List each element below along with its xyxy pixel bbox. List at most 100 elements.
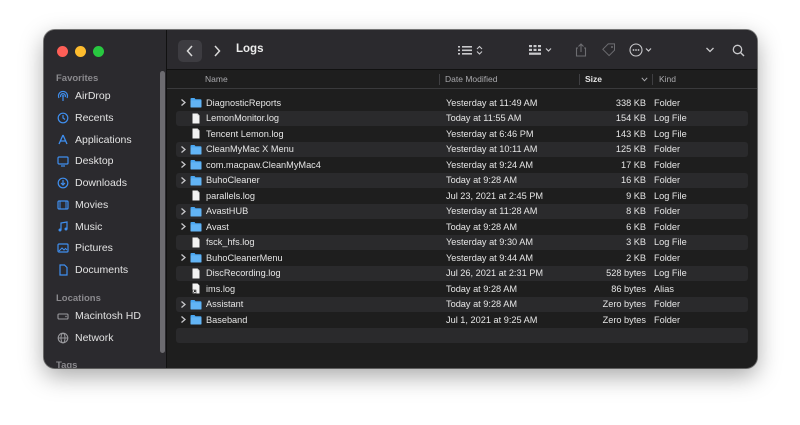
sidebar-item-pictures[interactable]: Pictures [57,239,113,257]
sidebar-item-documents[interactable]: Documents [57,261,128,279]
file-name: BuhoCleanerMenu [206,252,283,263]
path-dropdown-button[interactable] [705,42,715,58]
file-name: fsck_hfs.log [206,237,255,247]
file-kind: Log File [654,268,687,278]
table-row[interactable]: BuhoCleanerMenu Yesterday at 9:44 AM 2 KB F… [176,250,748,266]
sidebar-item-movies[interactable]: Movies [57,196,108,214]
chevron-left-icon [186,45,193,57]
table-row[interactable]: Avast Today at 9:28 AM 6 KB Folder [176,219,748,235]
table-row[interactable]: DiscRecording.log Jul 26, 2021 at 2:31 PM… [176,265,748,281]
file-name: Baseband [206,314,248,325]
sidebar-item-airdrop[interactable]: AirDrop [57,87,111,105]
sidebar-scrollbar[interactable] [160,71,165,353]
back-button[interactable] [178,40,202,62]
file-kind: Folder [654,314,681,325]
pictures-icon [57,242,69,254]
disclosure-triangle-icon[interactable] [179,315,187,324]
disclosure-triangle-icon[interactable] [179,300,187,309]
disclosure-triangle-icon[interactable] [179,222,187,231]
table-row[interactable]: DiagnosticReports Yesterday at 11:49 AM 33… [176,95,748,111]
disclosure-triangle-icon[interactable] [179,176,187,185]
desktop-icon [57,155,69,167]
sidebar-item-label: Desktop [75,155,114,167]
list-view-icon [458,45,483,55]
file-size: 16 KB [620,175,646,185]
folder-icon [190,314,202,325]
chevron-right-icon [214,45,221,57]
file-kind: Folder [654,252,681,263]
list-view-button[interactable] [458,42,488,58]
table-row[interactable]: LemonMonitor.log Today at 11:55 AM 154 KB L… [176,110,748,126]
file-kind: Log File [654,113,687,123]
table-row[interactable]: fsck_hfs.log Yesterday at 9:30 AM 3 KB Log … [176,234,748,250]
file-size: 125 KB [615,144,646,154]
grid-icon [529,45,552,55]
group-button[interactable] [529,42,557,58]
file-name: ims.log [206,283,236,294]
close-button[interactable] [57,46,68,57]
sidebar-item-desktop[interactable]: Desktop [57,152,114,170]
folder-icon [190,221,202,232]
date-modified: Jul 26, 2021 at 2:31 PM [446,268,544,278]
table-row[interactable]: BuhoCleaner Today at 9:28 AM 16 KB Folder [176,172,748,188]
column-date-modified[interactable]: Date Modified [445,74,497,84]
file-icon [190,113,202,124]
date-modified: Yesterday at 10:11 AM [446,144,538,154]
chevron-down-icon [706,47,714,53]
disclosure-triangle-icon[interactable] [179,98,187,107]
file-kind: Folder [654,206,681,216]
date-modified: Jul 23, 2021 at 2:45 PM [446,190,544,201]
disclosure-triangle-icon[interactable] [179,207,187,216]
sidebar-item-recents[interactable]: Recents [57,109,114,127]
date-modified: Today at 9:28 AM [446,299,517,309]
file-icon [190,268,202,279]
clock-icon [57,112,69,124]
table-row[interactable]: Baseband Jul 1, 2021 at 9:25 AM Zero bytes… [176,312,748,328]
column-divider[interactable] [579,74,580,85]
file-name: DiagnosticReports [206,97,282,108]
file-icon [190,190,202,201]
action-button[interactable] [629,42,657,58]
search-button[interactable] [732,42,745,58]
sidebar-item-downloads[interactable]: Downloads [57,174,127,192]
toolbar: Logs [167,30,757,70]
applications-icon [57,134,69,146]
folder-icon [190,252,202,263]
column-size[interactable]: Size [585,74,602,84]
file-name: BuhoCleaner [206,175,260,185]
sidebar-section-locations: Locations [56,293,101,304]
table-row[interactable]: com.macpaw.CleanMyMac4 Yesterday at 9:24 … [176,157,748,173]
tag-button[interactable] [601,42,617,58]
table-row[interactable]: Assistant Today at 9:28 AM Zero bytes Folde… [176,296,748,312]
column-kind[interactable]: Kind [659,74,676,84]
zoom-button[interactable] [93,46,104,57]
column-divider[interactable] [439,74,440,85]
forward-button[interactable] [206,40,228,62]
share-button[interactable] [575,42,587,58]
file-kind: Folder [654,175,681,185]
date-modified: Yesterday at 6:46 PM [446,128,534,139]
table-row[interactable]: parallels.log Jul 23, 2021 at 2:45 PM 9 KB… [176,188,748,204]
disclosure-triangle-icon[interactable] [179,145,187,154]
table-row[interactable]: AvastHUB Yesterday at 11:28 AM 8 KB Folder [176,203,748,219]
sidebar: Favorites AirDrop Recents Applications D… [44,30,167,368]
table-row[interactable]: Tencent Lemon.log Yesterday at 6:46 PM 143… [176,126,748,142]
disclosure-triangle-icon[interactable] [179,160,187,169]
sidebar-section-favorites: Favorites [56,73,99,84]
table-row[interactable]: CleanMyMac X Menu Yesterday at 10:11 AM 12… [176,141,748,157]
sidebar-item-macintosh-hd[interactable]: Macintosh HD [57,307,141,325]
column-name[interactable]: Name [205,74,228,84]
folder-title: Logs [236,43,264,55]
table-row[interactable]: ims.log Today at 9:28 AM 86 bytes Alias [176,281,748,297]
sidebar-item-label: Applications [75,134,132,146]
sidebar-item-applications[interactable]: Applications [57,131,132,149]
sidebar-item-music[interactable]: Music [57,218,102,236]
file-kind: Folder [654,299,681,309]
music-icon [57,221,69,233]
folder-icon [190,206,202,217]
disclosure-triangle-icon[interactable] [179,253,187,262]
file-kind: Log File [654,237,687,247]
sidebar-item-network[interactable]: Network [57,329,114,347]
column-divider[interactable] [652,74,653,85]
minimize-button[interactable] [75,46,86,57]
